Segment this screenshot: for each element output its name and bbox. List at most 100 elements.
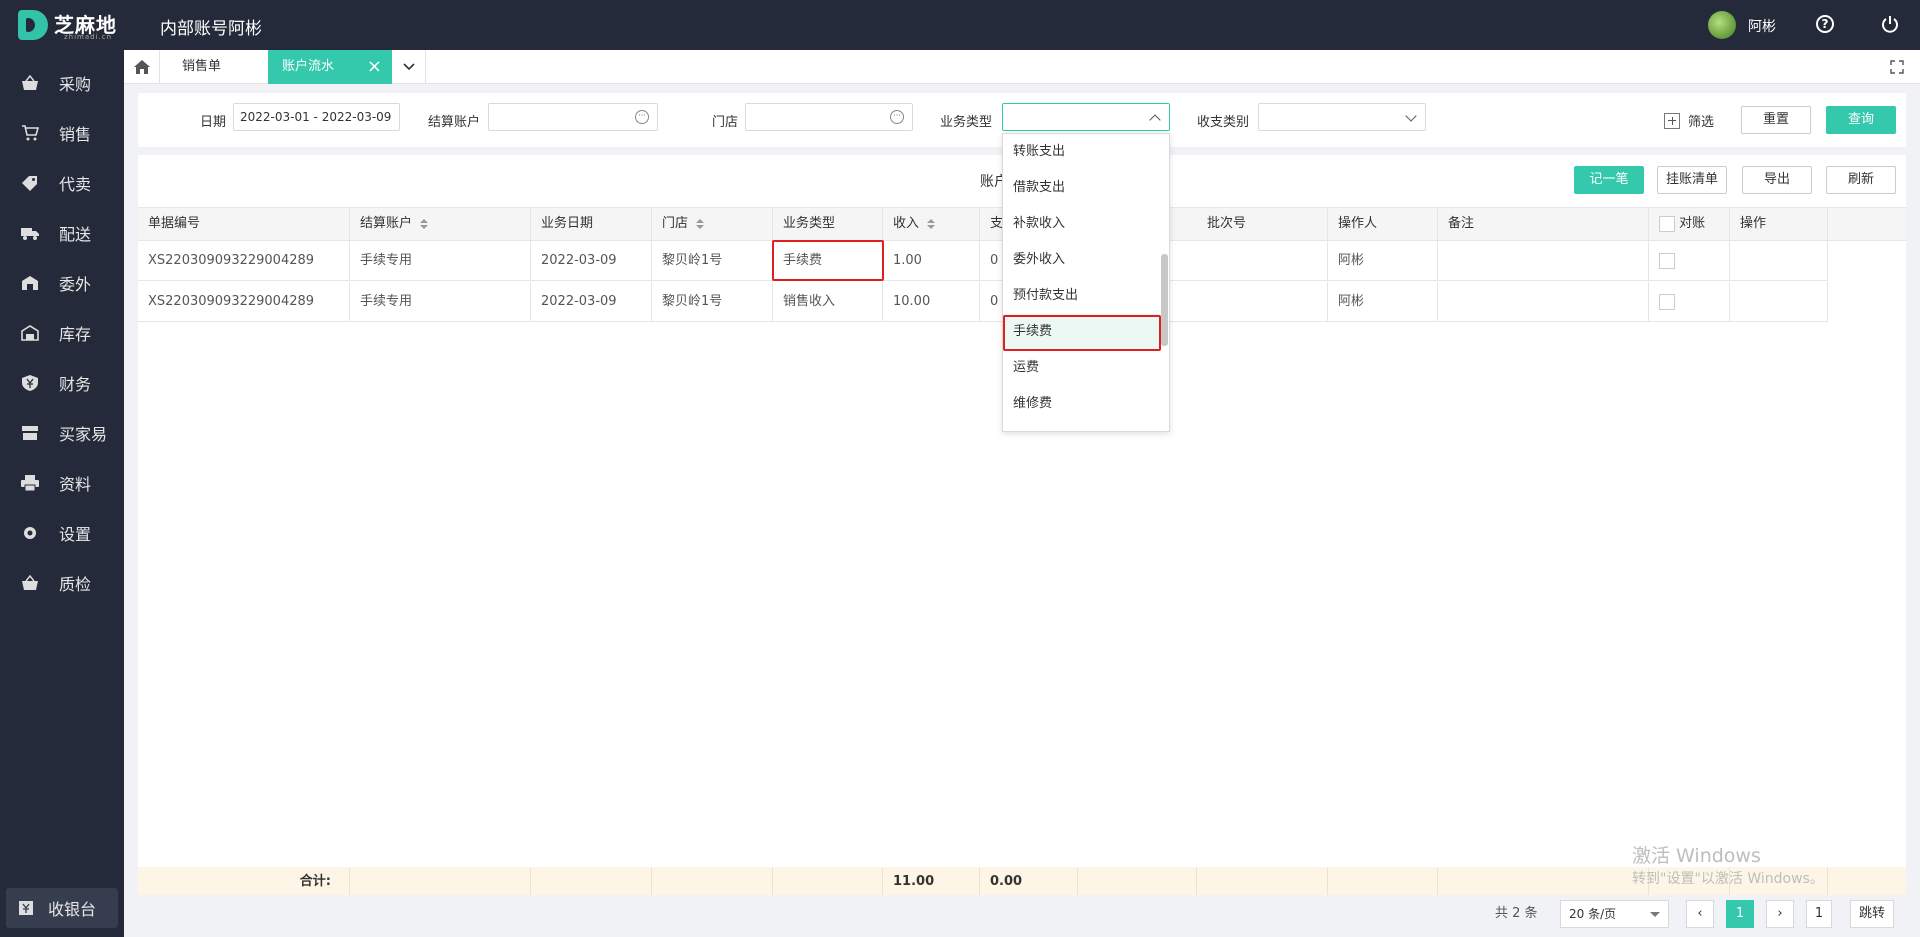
jump-page-input[interactable]: 1 — [1806, 900, 1832, 928]
cell-doc-no: XS220309093229004289 — [138, 282, 350, 322]
prev-page-button[interactable]: ‹ — [1686, 900, 1714, 928]
cell-account: 手续专用 — [350, 241, 531, 281]
sidebar: 采购 销售 代卖 配送 委外 库存 财务 买家易 资料 设置 质检 — [0, 50, 124, 937]
sidebar-item-consign[interactable]: 代卖 — [0, 158, 124, 208]
date-label: 日期 — [200, 115, 227, 130]
sum-expense: 0.00 — [980, 867, 1078, 895]
warehouse-icon — [21, 325, 39, 341]
close-icon[interactable]: × — [367, 50, 382, 84]
col-header-biz-type: 业务类型 — [773, 208, 883, 242]
dropdown-option[interactable]: 补款收入 — [1003, 206, 1160, 242]
col-header-income[interactable]: 收入 — [883, 208, 980, 242]
help-icon[interactable]: ? — [1816, 15, 1834, 33]
highlight-box — [772, 240, 884, 281]
sidebar-item-quality[interactable]: 质检 — [0, 558, 124, 608]
col-header-batch: 批次号 — [1197, 208, 1328, 242]
sidebar-item-finance[interactable]: 财务 — [0, 358, 124, 408]
avatar[interactable] — [1708, 11, 1736, 39]
sidebar-item-outsource[interactable]: 委外 — [0, 258, 124, 308]
cell-reconcile — [1649, 241, 1730, 281]
sum-cell — [773, 867, 883, 895]
col-header-operator: 操作人 — [1328, 208, 1438, 242]
cell-operator: 阿彬 — [1328, 282, 1438, 322]
col-header-store[interactable]: 门店 — [652, 208, 773, 242]
page-size-select[interactable]: 20 条/页 — [1560, 900, 1669, 928]
refresh-button[interactable]: 刷新 — [1826, 166, 1896, 194]
page-button-current[interactable]: 1 — [1726, 900, 1754, 928]
tab-account-flow[interactable]: 账户流水 × — [268, 50, 392, 84]
col-header-remark: 备注 — [1438, 208, 1649, 242]
store-label: 门店 — [712, 115, 739, 130]
biz-type-select[interactable] — [1002, 103, 1170, 131]
hang-list-button[interactable]: 挂账清单 — [1657, 166, 1727, 194]
sidebar-item-purchase[interactable]: 采购 — [0, 58, 124, 108]
dropdown-option[interactable]: 预付款支出 — [1003, 278, 1160, 314]
fullscreen-icon[interactable] — [1890, 60, 1904, 74]
sidebar-item-inventory[interactable]: 库存 — [0, 308, 124, 358]
dropdown-option[interactable]: 委外收入 — [1003, 242, 1160, 278]
sum-cell — [652, 867, 773, 895]
cell-remark — [1438, 282, 1649, 322]
sidebar-item-sales[interactable]: 销售 — [0, 108, 124, 158]
dropdown-scrollbar[interactable] — [1161, 254, 1168, 346]
cell-date: 2022-03-09 — [531, 282, 652, 322]
export-button[interactable]: 导出 — [1742, 166, 1812, 194]
sort-icon[interactable] — [927, 218, 936, 229]
store-icon — [22, 426, 38, 440]
chevron-down-icon — [1405, 110, 1417, 122]
gear-icon — [24, 527, 36, 539]
reset-button[interactable]: 重置 — [1741, 106, 1811, 134]
power-icon[interactable] — [1880, 14, 1900, 34]
sidebar-item-settings[interactable]: 设置 — [0, 508, 124, 558]
more-dots-icon[interactable]: ··· — [890, 110, 904, 124]
sidebar-item-label: 库存 — [59, 325, 92, 344]
home-icon — [133, 60, 150, 74]
table-row[interactable]: XS220309093229004289 手续专用 2022-03-09 黎贝岭… — [138, 282, 1828, 322]
row-checkbox[interactable] — [1659, 293, 1675, 310]
sidebar-item-label: 质检 — [59, 575, 92, 594]
app-title: 内部账号阿彬 — [160, 19, 262, 39]
query-button[interactable]: 查询 — [1826, 106, 1896, 134]
account-select[interactable]: ··· — [488, 103, 658, 131]
tab-more-button[interactable] — [392, 50, 426, 84]
dropdown-option[interactable]: 维修费 — [1003, 386, 1160, 422]
sidebar-item-data[interactable]: 资料 — [0, 458, 124, 508]
sidebar-item-label: 采购 — [59, 75, 92, 94]
date-range-input[interactable]: 2022-03-01 - 2022-03-09 — [233, 103, 400, 131]
row-checkbox[interactable] — [1659, 252, 1675, 269]
home-tab[interactable] — [124, 50, 160, 84]
store-select[interactable]: ··· — [745, 103, 913, 131]
pay-type-select[interactable] — [1258, 103, 1426, 131]
cashier-button[interactable]: 收银台 — [6, 888, 118, 928]
pay-type-label: 收支类别 — [1197, 115, 1250, 130]
tab-sales-order[interactable]: 销售单 — [160, 50, 280, 84]
sidebar-item-buyer[interactable]: 买家易 — [0, 408, 124, 458]
filter-label: 筛选 — [1688, 115, 1715, 130]
dropdown-option[interactable]: 借款支出 — [1003, 170, 1160, 206]
sort-icon[interactable] — [696, 218, 705, 229]
next-page-button[interactable]: › — [1766, 900, 1794, 928]
highlight-box — [1003, 315, 1161, 351]
sort-icon[interactable] — [420, 218, 429, 229]
cell-store: 黎贝岭1号 — [652, 282, 773, 322]
logo-subtext: zhimadi.cn — [64, 33, 113, 41]
cell-date: 2022-03-09 — [531, 241, 652, 281]
col-header-account[interactable]: 结算账户 — [350, 208, 531, 242]
username[interactable]: 阿彬 — [1748, 16, 1776, 36]
table-row[interactable]: XS220309093229004289 手续专用 2022-03-09 黎贝岭… — [138, 241, 1828, 281]
dropdown-option[interactable]: 转账支出 — [1003, 134, 1160, 170]
sum-cell — [1438, 867, 1649, 895]
jump-button[interactable]: 跳转 — [1850, 900, 1894, 928]
caret-down-icon — [1650, 912, 1660, 917]
filter-toggle[interactable]: 筛选 — [1664, 111, 1714, 130]
printer-icon — [21, 475, 39, 491]
more-dots-icon[interactable]: ··· — [635, 110, 649, 124]
dropdown-option[interactable]: 运费 — [1003, 350, 1160, 386]
sidebar-item-delivery[interactable]: 配送 — [0, 208, 124, 258]
select-all-checkbox[interactable] — [1659, 215, 1675, 232]
sidebar-item-label: 买家易 — [59, 425, 108, 444]
sum-cell — [1328, 867, 1438, 895]
cell-action — [1730, 282, 1828, 322]
account-label: 结算账户 — [428, 115, 481, 130]
record-button[interactable]: 记一笔 — [1574, 166, 1644, 194]
